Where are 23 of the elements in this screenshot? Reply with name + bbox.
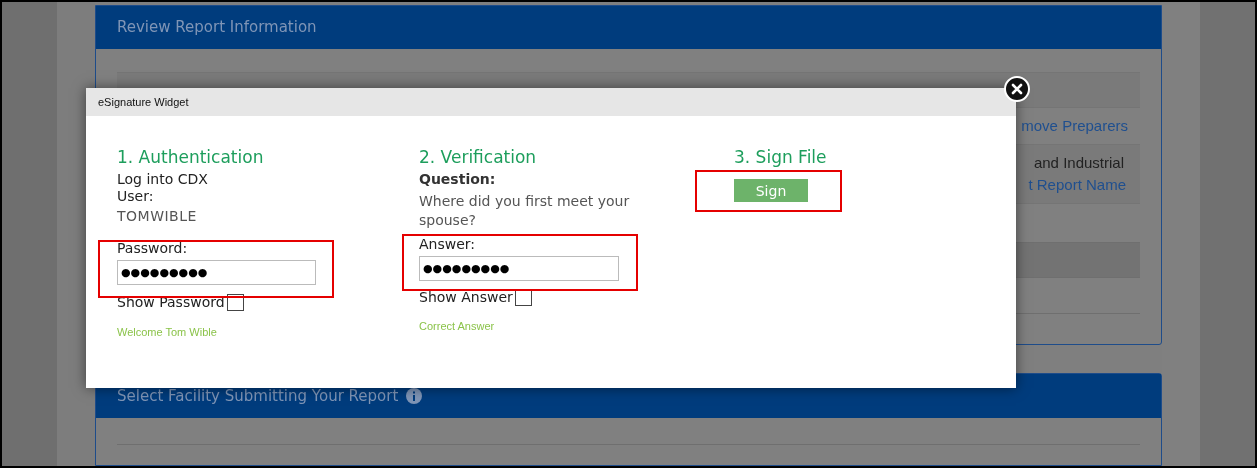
info-icon[interactable] xyxy=(406,388,423,404)
step-heading: 3. Sign File xyxy=(734,147,827,167)
password-field[interactable]: ●●●●●●●●● xyxy=(117,260,316,285)
step-heading: 1. Authentication xyxy=(117,147,265,167)
step-heading: 2. Verification xyxy=(419,147,538,167)
checkbox-label: Show Answer xyxy=(419,289,513,306)
panel-title: Select Facility Submitting Your Report xyxy=(117,385,399,407)
label: Answer: xyxy=(419,236,477,253)
label: Question: xyxy=(419,171,497,188)
panel-title: Review Report Information xyxy=(117,17,317,39)
link[interactable]: t Report Name xyxy=(1028,176,1126,194)
sign-button[interactable]: Sign xyxy=(734,179,808,202)
status-message: Welcome Tom Wible xyxy=(117,325,218,340)
row-value: and Industrial xyxy=(1033,154,1125,172)
user-name: TOMWIBLE xyxy=(117,208,198,225)
security-question: Where did you first meet your spouse? xyxy=(419,192,631,230)
label: Log into CDX xyxy=(117,171,209,188)
dialog-title: eSignature Widget xyxy=(98,94,189,110)
label: Password: xyxy=(117,240,189,257)
answer-field[interactable]: ●●●●●●●●● xyxy=(419,256,619,281)
link[interactable]: move Preparers xyxy=(1021,114,1128,138)
status-message: Correct Answer xyxy=(419,319,496,334)
label: User: xyxy=(117,188,155,205)
